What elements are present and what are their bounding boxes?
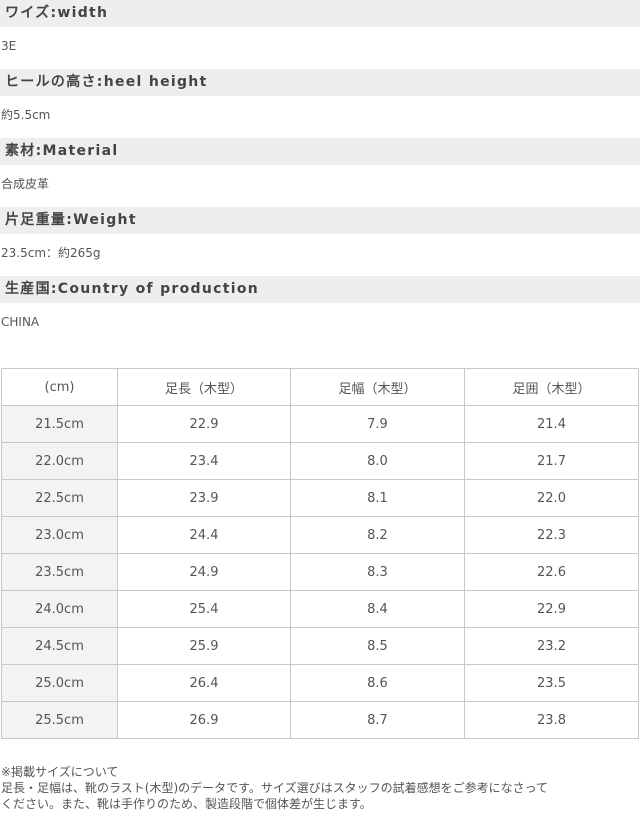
header-foot-girth: 足囲（木型） [464,368,639,406]
cell-width: 8.0 [290,442,465,480]
spec-material: 素材:Material 合成皮革 [0,138,640,207]
cell-width: 8.1 [290,479,465,517]
cell-girth: 23.5 [464,664,639,702]
cell-girth: 21.4 [464,405,639,443]
cell-length: 22.9 [117,405,291,443]
cell-width: 8.5 [290,627,465,665]
table-row: 23.0cm 24.4 8.2 22.3 [1,516,639,554]
cell-girth: 23.8 [464,701,639,739]
cell-width: 8.4 [290,590,465,628]
spec-label: ワイズ:width [0,0,640,27]
cell-girth: 22.6 [464,553,639,591]
cell-length: 24.9 [117,553,291,591]
cell-length: 25.4 [117,590,291,628]
table-row: 24.0cm 25.4 8.4 22.9 [1,590,639,628]
spec-country: 生産国:Country of production CHINA [0,276,640,341]
cell-width: 7.9 [290,405,465,443]
table-row: 22.5cm 23.9 8.1 22.0 [1,479,639,517]
cell-girth: 22.9 [464,590,639,628]
cell-size: 24.5cm [1,627,118,665]
note-text: 足長・足幅は、靴のラスト(木型)のデータです。サイズ選びはスタッフの試着感想をご… [1,781,548,795]
cell-length: 26.4 [117,664,291,702]
cell-girth: 22.0 [464,479,639,517]
table-row: 22.0cm 23.4 8.0 21.7 [1,442,639,480]
size-table: (cm) 足長（木型） 足幅（木型） 足囲（木型） 21.5cm 22.9 7.… [1,368,639,739]
spec-value: 約5.5cm [1,108,51,122]
cell-girth: 22.3 [464,516,639,554]
table-row: 25.5cm 26.9 8.7 23.8 [1,701,639,739]
cell-size: 25.0cm [1,664,118,702]
table-row: 25.0cm 26.4 8.6 23.5 [1,664,639,702]
cell-length: 23.4 [117,442,291,480]
note-title: ※掲載サイズについて [1,765,119,779]
cell-girth: 23.2 [464,627,639,665]
spec-label: 生産国:Country of production [0,276,640,303]
cell-length: 24.4 [117,516,291,554]
table-row: 23.5cm 24.9 8.3 22.6 [1,553,639,591]
spec-value: 3E [1,39,17,53]
table-row: 24.5cm 25.9 8.5 23.2 [1,627,639,665]
cell-size: 23.0cm [1,516,118,554]
spec-value: 23.5cm：約265g [1,246,101,260]
spec-label: 素材:Material [0,138,640,165]
spec-weight: 片足重量:Weight 23.5cm：約265g [0,207,640,276]
spec-list: ワイズ:width 3E ヒールの高さ:heel height 約5.5cm 素… [0,0,640,341]
spec-label: 片足重量:Weight [0,207,640,234]
cell-length: 23.9 [117,479,291,517]
cell-size: 22.5cm [1,479,118,517]
spec-value: 合成皮革 [1,177,50,191]
cell-size: 21.5cm [1,405,118,443]
cell-size: 22.0cm [1,442,118,480]
cell-width: 8.6 [290,664,465,702]
cell-width: 8.2 [290,516,465,554]
note-text: ください。また、靴は手作りのため、製造段階で個体差が生じます。 [1,797,372,811]
spec-width: ワイズ:width 3E [0,0,640,69]
header-size-unit: (cm) [1,368,118,406]
cell-size: 24.0cm [1,590,118,628]
cell-width: 8.3 [290,553,465,591]
cell-width: 8.7 [290,701,465,739]
spec-value: CHINA [1,315,40,329]
cell-size: 25.5cm [1,701,118,739]
cell-length: 26.9 [117,701,291,739]
table-row: 21.5cm 22.9 7.9 21.4 [1,405,639,443]
size-note: ※掲載サイズについて 足長・足幅は、靴のラスト(木型)のデータです。サイズ選びは… [1,764,637,812]
header-foot-width: 足幅（木型） [290,368,465,406]
spec-label: ヒールの高さ:heel height [0,69,640,96]
spec-heel-height: ヒールの高さ:heel height 約5.5cm [0,69,640,138]
cell-size: 23.5cm [1,553,118,591]
table-header-row: (cm) 足長（木型） 足幅（木型） 足囲（木型） [1,368,639,406]
cell-girth: 21.7 [464,442,639,480]
cell-length: 25.9 [117,627,291,665]
header-foot-length: 足長（木型） [117,368,291,406]
